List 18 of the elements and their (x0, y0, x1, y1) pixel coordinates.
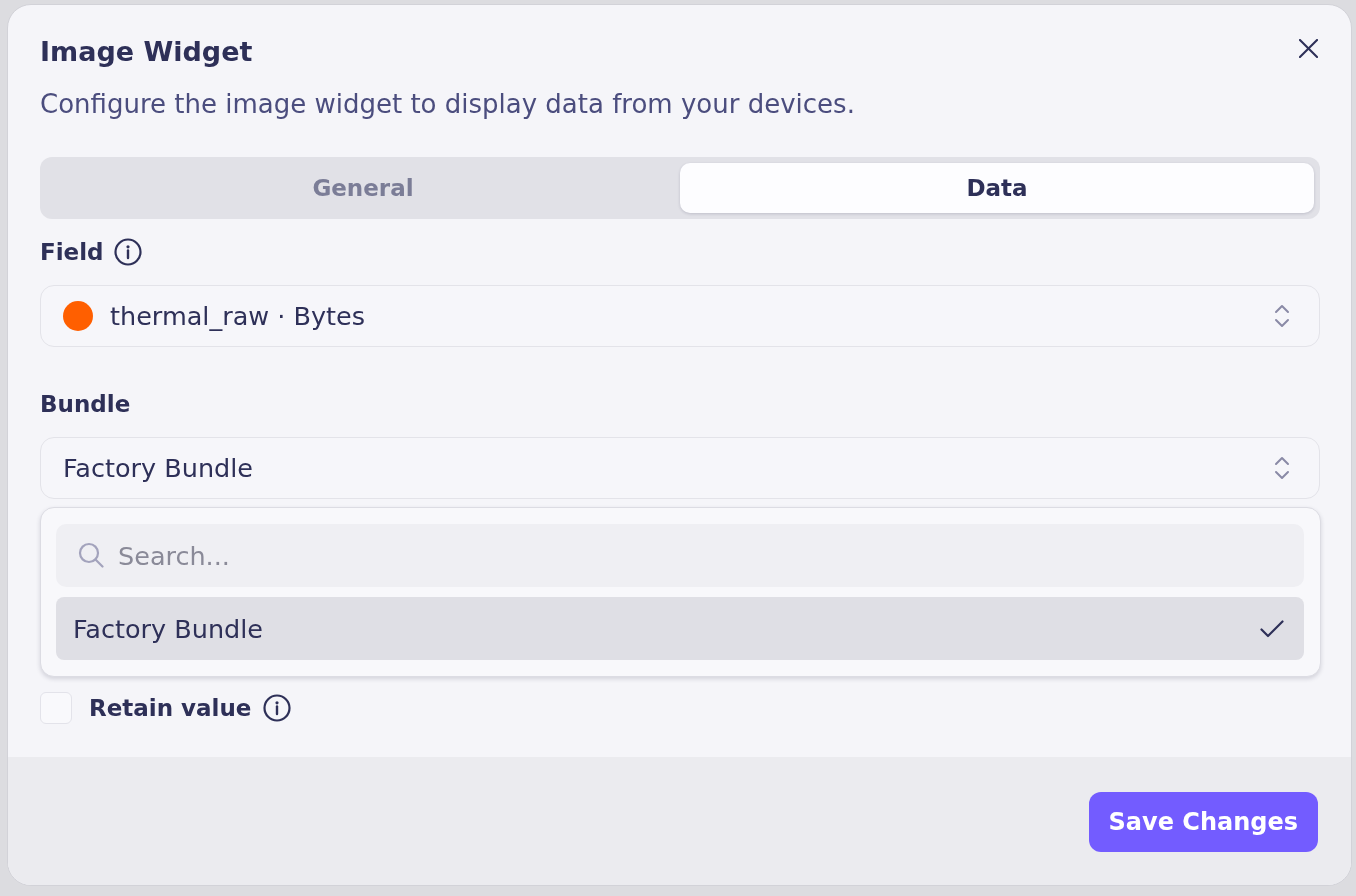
tab[interactable]: Data (680, 163, 1314, 213)
dialog-description: Configure the image widget to display data from your devices. (40, 88, 855, 120)
chevron-up-down-icon (1274, 456, 1290, 480)
chevron-up-down-icon (1274, 304, 1290, 328)
field-label: Field (40, 238, 104, 267)
search-icon (78, 542, 104, 568)
search-field[interactable]: Search... (56, 524, 1304, 587)
dropdown-option[interactable]: Factory Bundle (56, 597, 1304, 660)
checkbox-label: Retain value (89, 694, 252, 723)
dialog-title: Image Widget (40, 36, 253, 68)
check-icon (1260, 619, 1284, 638)
bundle-select[interactable]: Factory Bundle (40, 437, 1320, 499)
bundle-label: Bundle (40, 390, 131, 419)
close-icon (1298, 38, 1318, 58)
info-icon[interactable] (113, 238, 142, 266)
save-button[interactable]: Save Changes (1088, 792, 1318, 852)
field-select[interactable]: thermal_raw · Bytes (40, 285, 1320, 347)
info-icon[interactable] (263, 694, 292, 722)
